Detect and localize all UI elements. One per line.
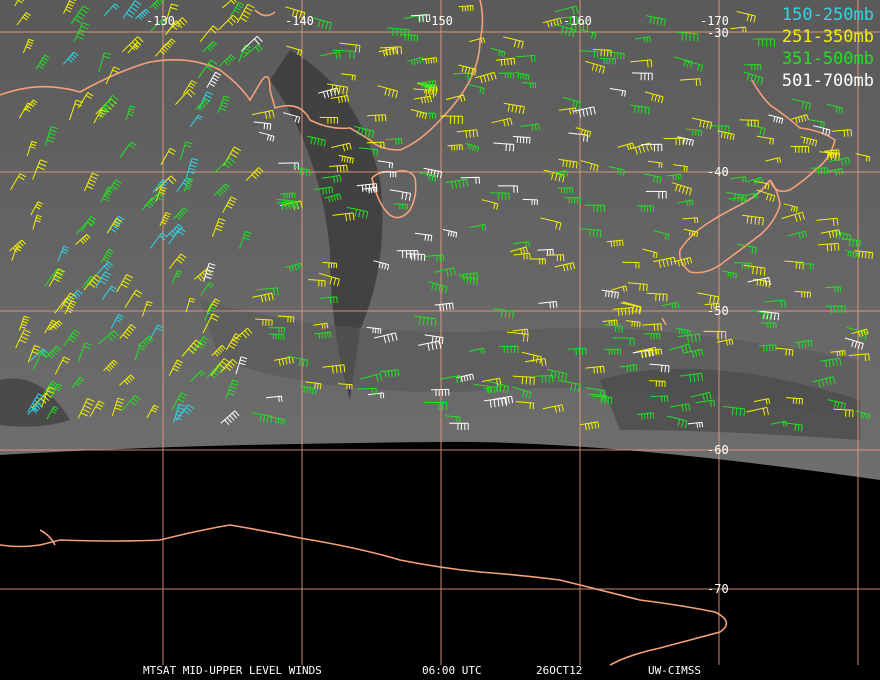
lon-label: -160 [563, 14, 592, 28]
time-stamp: 06:00 UTC [422, 664, 482, 677]
legend-item: 351-500mb [781, 49, 874, 69]
product-name: MTSAT MID-UPPER LEVEL WINDS [143, 664, 322, 677]
date-stamp: 26OCT12 [536, 664, 583, 677]
lat-label: -40 [707, 165, 729, 179]
satellite-wind-map [0, 0, 880, 680]
lat-label: -30 [707, 26, 729, 40]
lon-label: -150 [424, 14, 453, 28]
lat-label: -50 [707, 304, 729, 318]
lon-label: -140 [285, 14, 314, 28]
source-credit: UW-CIMSS [648, 664, 701, 677]
lat-label: -70 [707, 582, 729, 596]
lon-label: -130 [146, 14, 175, 28]
legend-item: 150-250mb [781, 5, 874, 25]
legend-item: 501-700mb [781, 71, 874, 91]
pressure-legend: 150-250mb 251-350mb 351-500mb 501-700mb [782, 4, 874, 92]
lat-label: -60 [707, 443, 729, 457]
legend-item: 251-350mb [781, 27, 874, 47]
footer-caption: MTSAT MID-UPPER LEVEL WINDS 06:00 UTC 26… [0, 664, 880, 678]
